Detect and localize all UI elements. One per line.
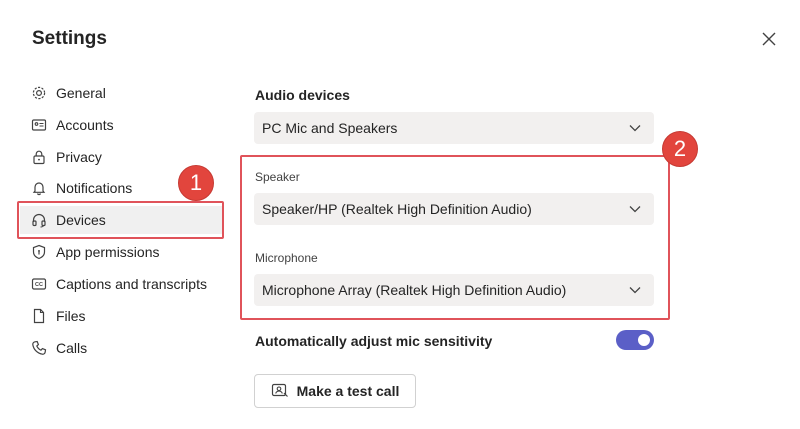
- id-card-icon: [30, 116, 48, 134]
- annotation-badge-1: 1: [178, 165, 214, 201]
- chevron-down-icon: [628, 202, 642, 216]
- make-test-call-label: Make a test call: [296, 383, 400, 399]
- nav-item-label: Privacy: [56, 149, 102, 165]
- nav-item-accounts[interactable]: Accounts: [30, 111, 220, 139]
- microphone-value: Microphone Array (Realtek High Definitio…: [262, 282, 567, 298]
- microphone-label: Microphone: [255, 251, 318, 265]
- page-title: Settings: [32, 28, 107, 49]
- test-call-icon: [271, 383, 289, 399]
- auto-adjust-mic-toggle[interactable]: [616, 330, 654, 350]
- audio-device-dropdown[interactable]: PC Mic and Speakers: [254, 112, 654, 144]
- cc-icon: CC: [30, 275, 48, 293]
- chevron-down-icon: [628, 121, 642, 135]
- speaker-dropdown[interactable]: Speaker/HP (Realtek High Definition Audi…: [254, 193, 654, 225]
- lock-icon: [30, 148, 48, 166]
- bell-icon: [30, 179, 48, 197]
- audio-devices-heading: Audio devices: [255, 87, 350, 103]
- audio-device-value: PC Mic and Speakers: [262, 120, 398, 136]
- microphone-dropdown[interactable]: Microphone Array (Realtek High Definitio…: [254, 274, 654, 306]
- nav-item-app-permissions[interactable]: App permissions: [30, 238, 220, 266]
- chevron-down-icon: [628, 283, 642, 297]
- speaker-value: Speaker/HP (Realtek High Definition Audi…: [262, 201, 532, 217]
- nav-item-label: Files: [56, 308, 86, 324]
- svg-text:CC: CC: [35, 282, 43, 288]
- devices-highlight-box: [17, 201, 224, 239]
- auto-adjust-mic-label: Automatically adjust mic sensitivity: [255, 333, 493, 349]
- file-icon: [30, 307, 48, 325]
- nav-item-captions[interactable]: CC Captions and transcripts: [30, 270, 220, 298]
- speaker-label: Speaker: [255, 170, 300, 184]
- phone-icon: [30, 339, 48, 357]
- nav-item-calls[interactable]: Calls: [30, 334, 220, 362]
- gear-icon: [30, 84, 48, 102]
- nav-item-label: Captions and transcripts: [56, 276, 207, 292]
- nav-item-general[interactable]: General: [30, 79, 220, 107]
- close-icon: [762, 32, 776, 46]
- toggle-knob: [638, 334, 650, 346]
- nav-item-files[interactable]: Files: [30, 302, 220, 330]
- shield-icon: [30, 243, 48, 261]
- make-test-call-button[interactable]: Make a test call: [254, 374, 416, 408]
- nav-item-label: App permissions: [56, 244, 160, 260]
- nav-item-label: Calls: [56, 340, 88, 356]
- close-button[interactable]: [758, 28, 780, 50]
- nav-item-label: General: [56, 85, 106, 101]
- annotation-badge-2: 2: [662, 131, 698, 167]
- nav-item-label: Notifications: [56, 180, 133, 196]
- nav-item-label: Accounts: [56, 117, 114, 133]
